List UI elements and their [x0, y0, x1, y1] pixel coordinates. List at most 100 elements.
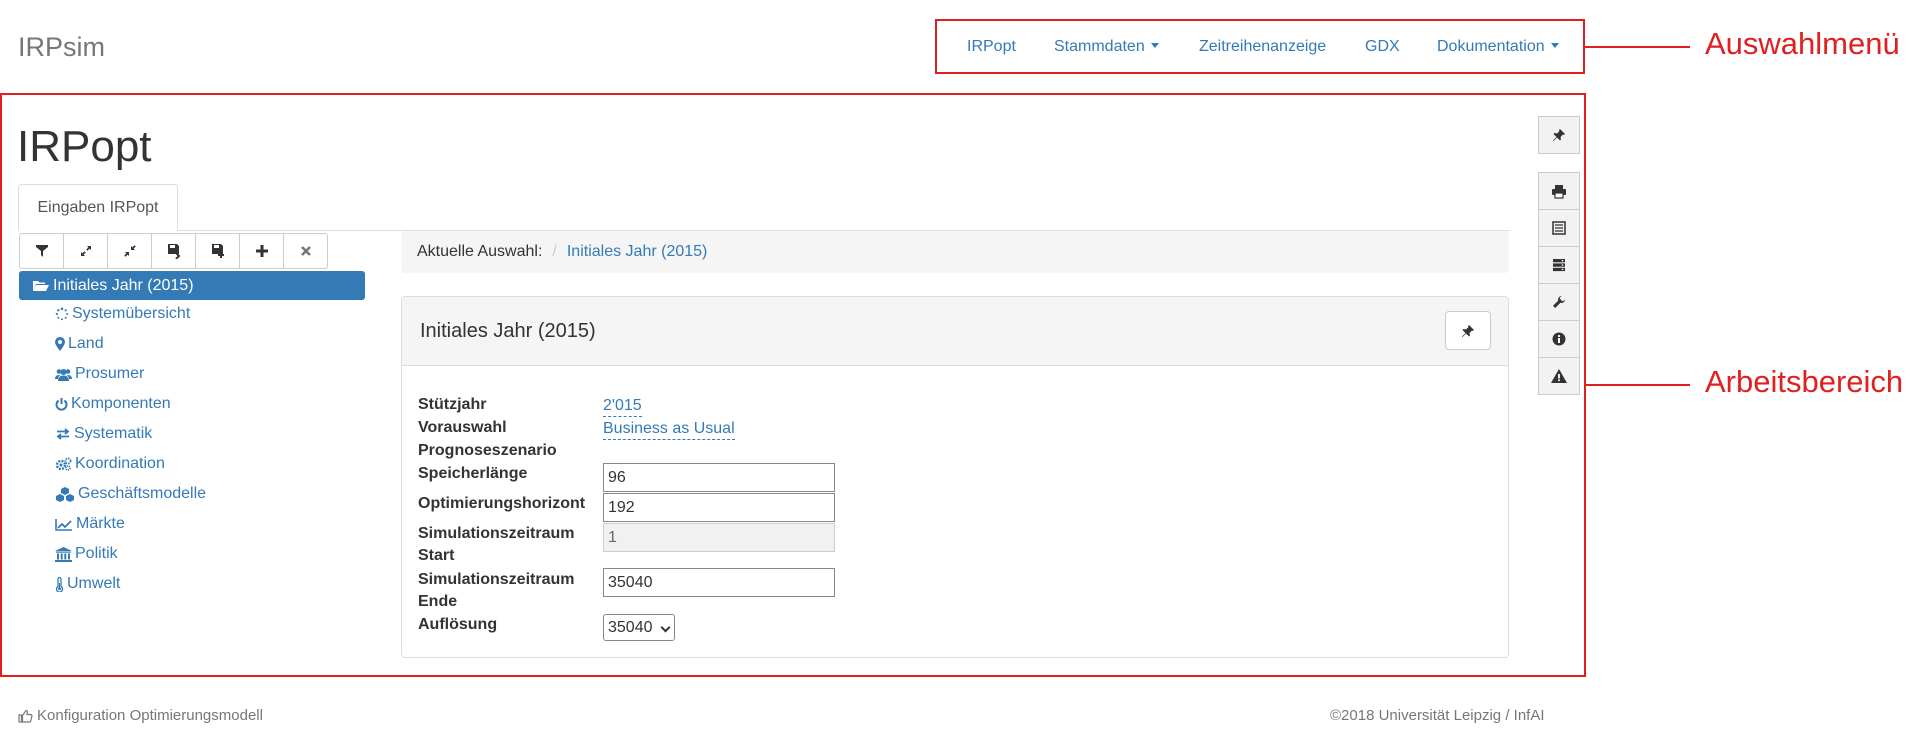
- sim-start-input: [603, 523, 835, 552]
- callout-line-work: [1586, 384, 1690, 386]
- server-button[interactable]: [1538, 246, 1580, 284]
- tree-item-politik[interactable]: Politik: [55, 545, 118, 563]
- sim-ende-label-line2: Ende: [418, 593, 458, 610]
- callout-line-menu: [1585, 46, 1690, 48]
- speicherlaenge-input[interactable]: [603, 463, 835, 492]
- tree-item-umwelt[interactable]: Umwelt: [55, 575, 120, 593]
- tree-item-land[interactable]: Land: [55, 335, 104, 353]
- add-button[interactable]: [239, 233, 284, 269]
- thumbs-up-icon: [18, 709, 33, 723]
- sim-ende-label: Simulationszeitraum: [418, 571, 575, 588]
- breadcrumb: Aktuelle Auswahl: / Initiales Jahr (2015): [401, 231, 1509, 273]
- cubes-icon: [56, 487, 74, 502]
- collapse-button[interactable]: [107, 233, 152, 269]
- expand-button[interactable]: [63, 233, 108, 269]
- spinner-icon: [55, 307, 69, 321]
- expand-icon: [80, 246, 91, 256]
- thermometer-icon: [55, 576, 64, 592]
- list-icon: [1552, 221, 1566, 235]
- page-title: IRPopt: [17, 122, 152, 171]
- panel-title: Initiales Jahr (2015): [420, 320, 596, 342]
- caret-down-icon: [1550, 43, 1559, 49]
- filter-button[interactable]: [19, 233, 64, 269]
- tree-item-geschaeftsmodelle[interactable]: Geschäftsmodelle: [55, 485, 206, 503]
- warning-button[interactable]: [1538, 357, 1580, 395]
- chevron-down-icon: [660, 622, 671, 633]
- panel-pin-button[interactable]: [1445, 311, 1491, 350]
- nav-stammdaten[interactable]: Stammdaten: [1054, 38, 1159, 56]
- users-icon: [55, 368, 72, 381]
- optimierungshorizont-input[interactable]: [603, 493, 835, 522]
- nav-zeitreihenanzeige[interactable]: Zeitreihenanzeige: [1199, 38, 1326, 56]
- tree-item-initiales-jahr[interactable]: Initiales Jahr (2015): [19, 271, 365, 300]
- tree-item-label: Märkte: [76, 515, 125, 532]
- panel-header: Initiales Jahr (2015): [402, 297, 1508, 366]
- power-icon: [55, 398, 68, 411]
- nav-irpopt[interactable]: IRPopt: [967, 38, 1016, 56]
- footer-left: Konfiguration Optimierungsmodell: [18, 707, 263, 724]
- aufloesung-select[interactable]: 35040: [603, 614, 675, 641]
- callout-work: Arbeitsbereich: [1705, 364, 1904, 399]
- wrench-icon: [1553, 296, 1565, 308]
- breadcrumb-label: Aktuelle Auswahl:: [417, 243, 543, 260]
- pin-icon: [1553, 129, 1565, 141]
- tree-item-koordination[interactable]: Koordination: [55, 455, 165, 473]
- info-button[interactable]: [1538, 320, 1580, 358]
- tree-item-maerkte[interactable]: Märkte: [55, 515, 125, 533]
- vorauswahl-value[interactable]: Business as Usual: [603, 419, 735, 440]
- tree-item-label: Umwelt: [67, 575, 121, 592]
- map-marker-icon: [55, 337, 65, 351]
- footer-copyright: ©2018 Universität Leipzig / InfAI: [1330, 707, 1545, 724]
- info-icon: [1552, 332, 1566, 346]
- bank-icon: [55, 546, 72, 562]
- list-button[interactable]: [1538, 209, 1580, 247]
- aufloesung-selected: 35040: [608, 619, 653, 636]
- tree-item-label: Komponenten: [71, 395, 171, 412]
- nav-gdx[interactable]: GDX: [1365, 38, 1400, 56]
- tree-item-label: Land: [68, 335, 104, 352]
- tree-item-label: Koordination: [75, 455, 165, 472]
- save-icon: [167, 244, 180, 259]
- tree-item-prosumer[interactable]: Prosumer: [55, 365, 144, 383]
- warning-icon: [1551, 369, 1567, 383]
- close-icon: [300, 246, 311, 256]
- brand-title[interactable]: IRPsim: [18, 32, 105, 63]
- aufloesung-label: Auflösung: [418, 616, 498, 633]
- tree-item-systemuebersicht[interactable]: Systemübersicht: [55, 305, 190, 323]
- tree-item-label: Systematik: [74, 425, 153, 442]
- sim-start-label-line2: Start: [418, 547, 455, 564]
- save-button[interactable]: [151, 233, 196, 269]
- print-button[interactable]: [1538, 172, 1580, 210]
- save-as-button[interactable]: [195, 233, 240, 269]
- stuetzjahr-value[interactable]: 2'015: [603, 396, 642, 417]
- pin-button[interactable]: [1538, 116, 1580, 154]
- remove-button[interactable]: [283, 233, 328, 269]
- breadcrumb-current[interactable]: Initiales Jahr (2015): [567, 243, 708, 260]
- line-chart-icon: [55, 518, 72, 531]
- tree-item-label: Politik: [75, 545, 118, 562]
- tree-item-systematik[interactable]: Systematik: [55, 425, 152, 443]
- cogs-icon: [55, 457, 72, 471]
- sim-ende-input[interactable]: [603, 568, 835, 597]
- nav-dokumentation[interactable]: Dokumentation: [1437, 38, 1559, 56]
- optimierungshorizont-label: Optimierungshorizont: [418, 495, 586, 512]
- tree-item-label: Geschäftsmodelle: [78, 485, 207, 502]
- nav-dokumentation-label: Dokumentation: [1437, 38, 1545, 55]
- plus-icon: [255, 245, 268, 257]
- filter-icon: [35, 245, 48, 257]
- breadcrumb-separator: /: [552, 243, 557, 260]
- folder-open-icon: [33, 281, 49, 291]
- tree-item-label: Prosumer: [75, 365, 145, 382]
- caret-down-icon: [1150, 43, 1159, 49]
- tree-item-komponenten[interactable]: Komponenten: [55, 395, 171, 413]
- pin-icon: [1462, 324, 1474, 337]
- stuetzjahr-label: Stützjahr: [418, 396, 487, 413]
- tree-item-label: Systemübersicht: [72, 305, 191, 322]
- sim-start-label: Simulationszeitraum: [418, 525, 575, 542]
- save-as-icon: [211, 244, 224, 258]
- tab-eingaben-irpopt[interactable]: Eingaben IRPopt: [18, 184, 178, 231]
- vorauswahl-label: Vorauswahl: [418, 419, 507, 436]
- settings-button[interactable]: [1538, 283, 1580, 321]
- server-icon: [1553, 259, 1565, 272]
- speicherlaenge-label: Speicherlänge: [418, 465, 528, 482]
